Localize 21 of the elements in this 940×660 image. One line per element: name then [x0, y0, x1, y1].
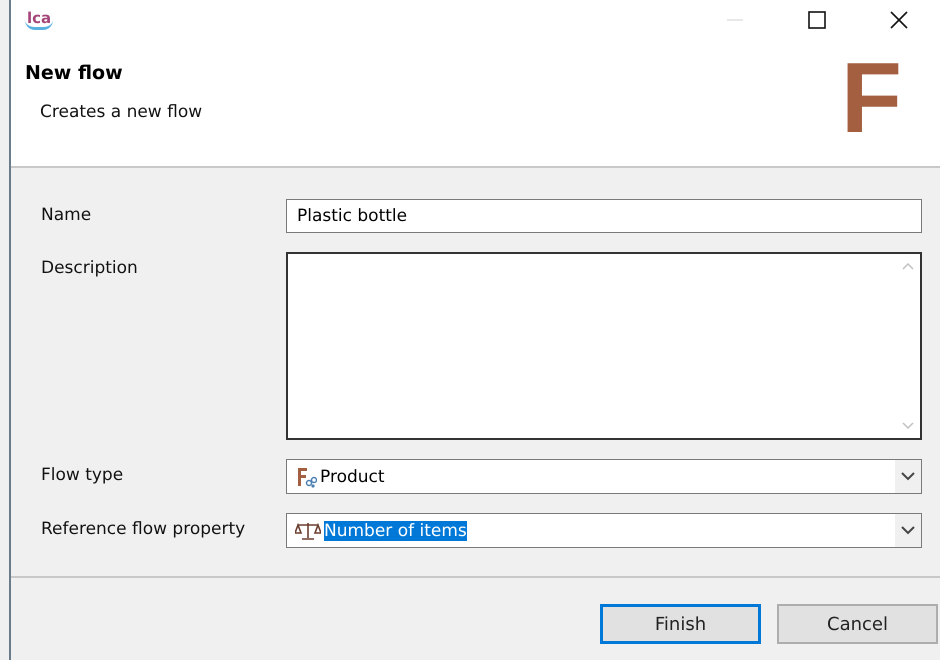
- maximize-icon[interactable]: [807, 10, 827, 30]
- dropdown-value: Number of items: [324, 520, 467, 540]
- dropdown-value: Product: [320, 466, 385, 486]
- dialog-subtitle: Creates a new flow: [40, 102, 202, 122]
- field-label: Flow type: [41, 464, 124, 487]
- dropdown-field[interactable]: Number of items: [286, 513, 922, 548]
- field-label: Reference flow property: [41, 518, 246, 541]
- banner-letter: F: [840, 48, 902, 148]
- chevron-down-icon[interactable]: [901, 472, 915, 481]
- scale-icon: [295, 520, 321, 540]
- field-label: Name: [41, 204, 92, 227]
- field-label: Description: [41, 257, 139, 280]
- dropdown-field[interactable]: Product: [286, 459, 922, 494]
- app-logo: lca: [25, 10, 54, 30]
- chevron-down-icon[interactable]: [901, 526, 915, 535]
- finish-button[interactable]: Finish: [600, 604, 761, 644]
- close-icon[interactable]: [889, 10, 909, 30]
- cancel-button[interactable]: Cancel: [777, 604, 938, 644]
- flow-icon: [295, 466, 317, 488]
- dialog-title: New flow: [25, 62, 124, 84]
- name-field[interactable]: Plastic bottle: [286, 199, 922, 233]
